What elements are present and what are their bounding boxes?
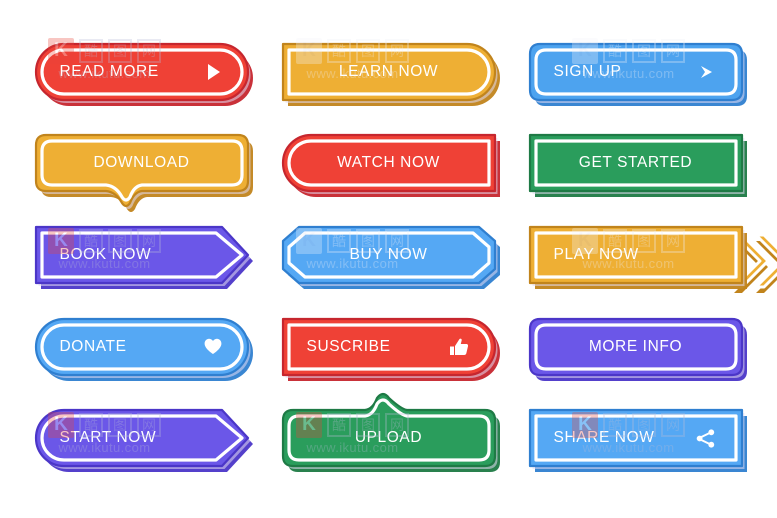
cta-button-play-now[interactable]: PLAY NOW — [528, 225, 777, 293]
button-cell: GET STARTED — [512, 118, 759, 210]
cta-button-sign-up[interactable]: SIGN UP — [528, 42, 747, 106]
button-shape — [281, 225, 500, 289]
button-shape — [34, 225, 253, 289]
button-shape — [281, 42, 500, 106]
button-shape — [34, 134, 253, 213]
button-cell: BOOK NOW — [18, 209, 265, 301]
button-cell: WATCH NOW — [265, 118, 512, 210]
button-shape — [34, 42, 253, 106]
button-gallery: READ MORE LEARN NOW SIGN UP DOWNLOAD WAT… — [0, 0, 777, 518]
button-cell: BUY NOW — [265, 209, 512, 301]
button-cell: DONATE — [18, 301, 265, 393]
cta-button-start-now[interactable]: START NOW — [34, 409, 253, 473]
button-cell: SIGN UP — [512, 26, 759, 118]
button-shape — [528, 42, 747, 106]
button-cell: LEARN NOW — [265, 26, 512, 118]
button-shape — [528, 225, 777, 293]
cta-button-book-now[interactable]: BOOK NOW — [34, 225, 253, 289]
button-cell: PLAY NOW — [512, 209, 777, 301]
button-shape — [281, 134, 500, 198]
cta-button-more-info[interactable]: MORE INFO — [528, 317, 747, 381]
cta-button-upload[interactable]: UPLOAD — [281, 393, 500, 473]
button-cell: SUSCRIBE — [265, 301, 512, 393]
cta-button-read-more[interactable]: READ MORE — [34, 42, 253, 106]
button-cell: START NOW — [18, 392, 265, 484]
button-cell: DOWNLOAD — [18, 118, 265, 213]
button-shape — [528, 134, 747, 198]
button-shape — [34, 317, 253, 381]
cta-button-learn-now[interactable]: LEARN NOW — [281, 42, 500, 106]
cta-button-share-now[interactable]: SHARE NOW — [528, 409, 747, 473]
cta-button-suscribe[interactable]: SUSCRIBE — [281, 317, 500, 381]
button-shape — [528, 409, 747, 473]
button-shape — [281, 393, 500, 473]
button-shape — [528, 317, 747, 381]
cta-button-donate[interactable]: DONATE — [34, 317, 253, 381]
cta-button-get-started[interactable]: GET STARTED — [528, 134, 747, 198]
button-shape — [281, 317, 500, 381]
button-cell: UPLOAD — [265, 392, 512, 484]
button-cell: MORE INFO — [512, 301, 759, 393]
cta-button-buy-now[interactable]: BUY NOW — [281, 225, 500, 289]
button-cell: READ MORE — [18, 26, 265, 118]
cta-button-watch-now[interactable]: WATCH NOW — [281, 134, 500, 198]
cta-button-download[interactable]: DOWNLOAD — [34, 134, 253, 213]
button-cell: SHARE NOW — [512, 392, 759, 484]
button-shape — [34, 409, 253, 473]
